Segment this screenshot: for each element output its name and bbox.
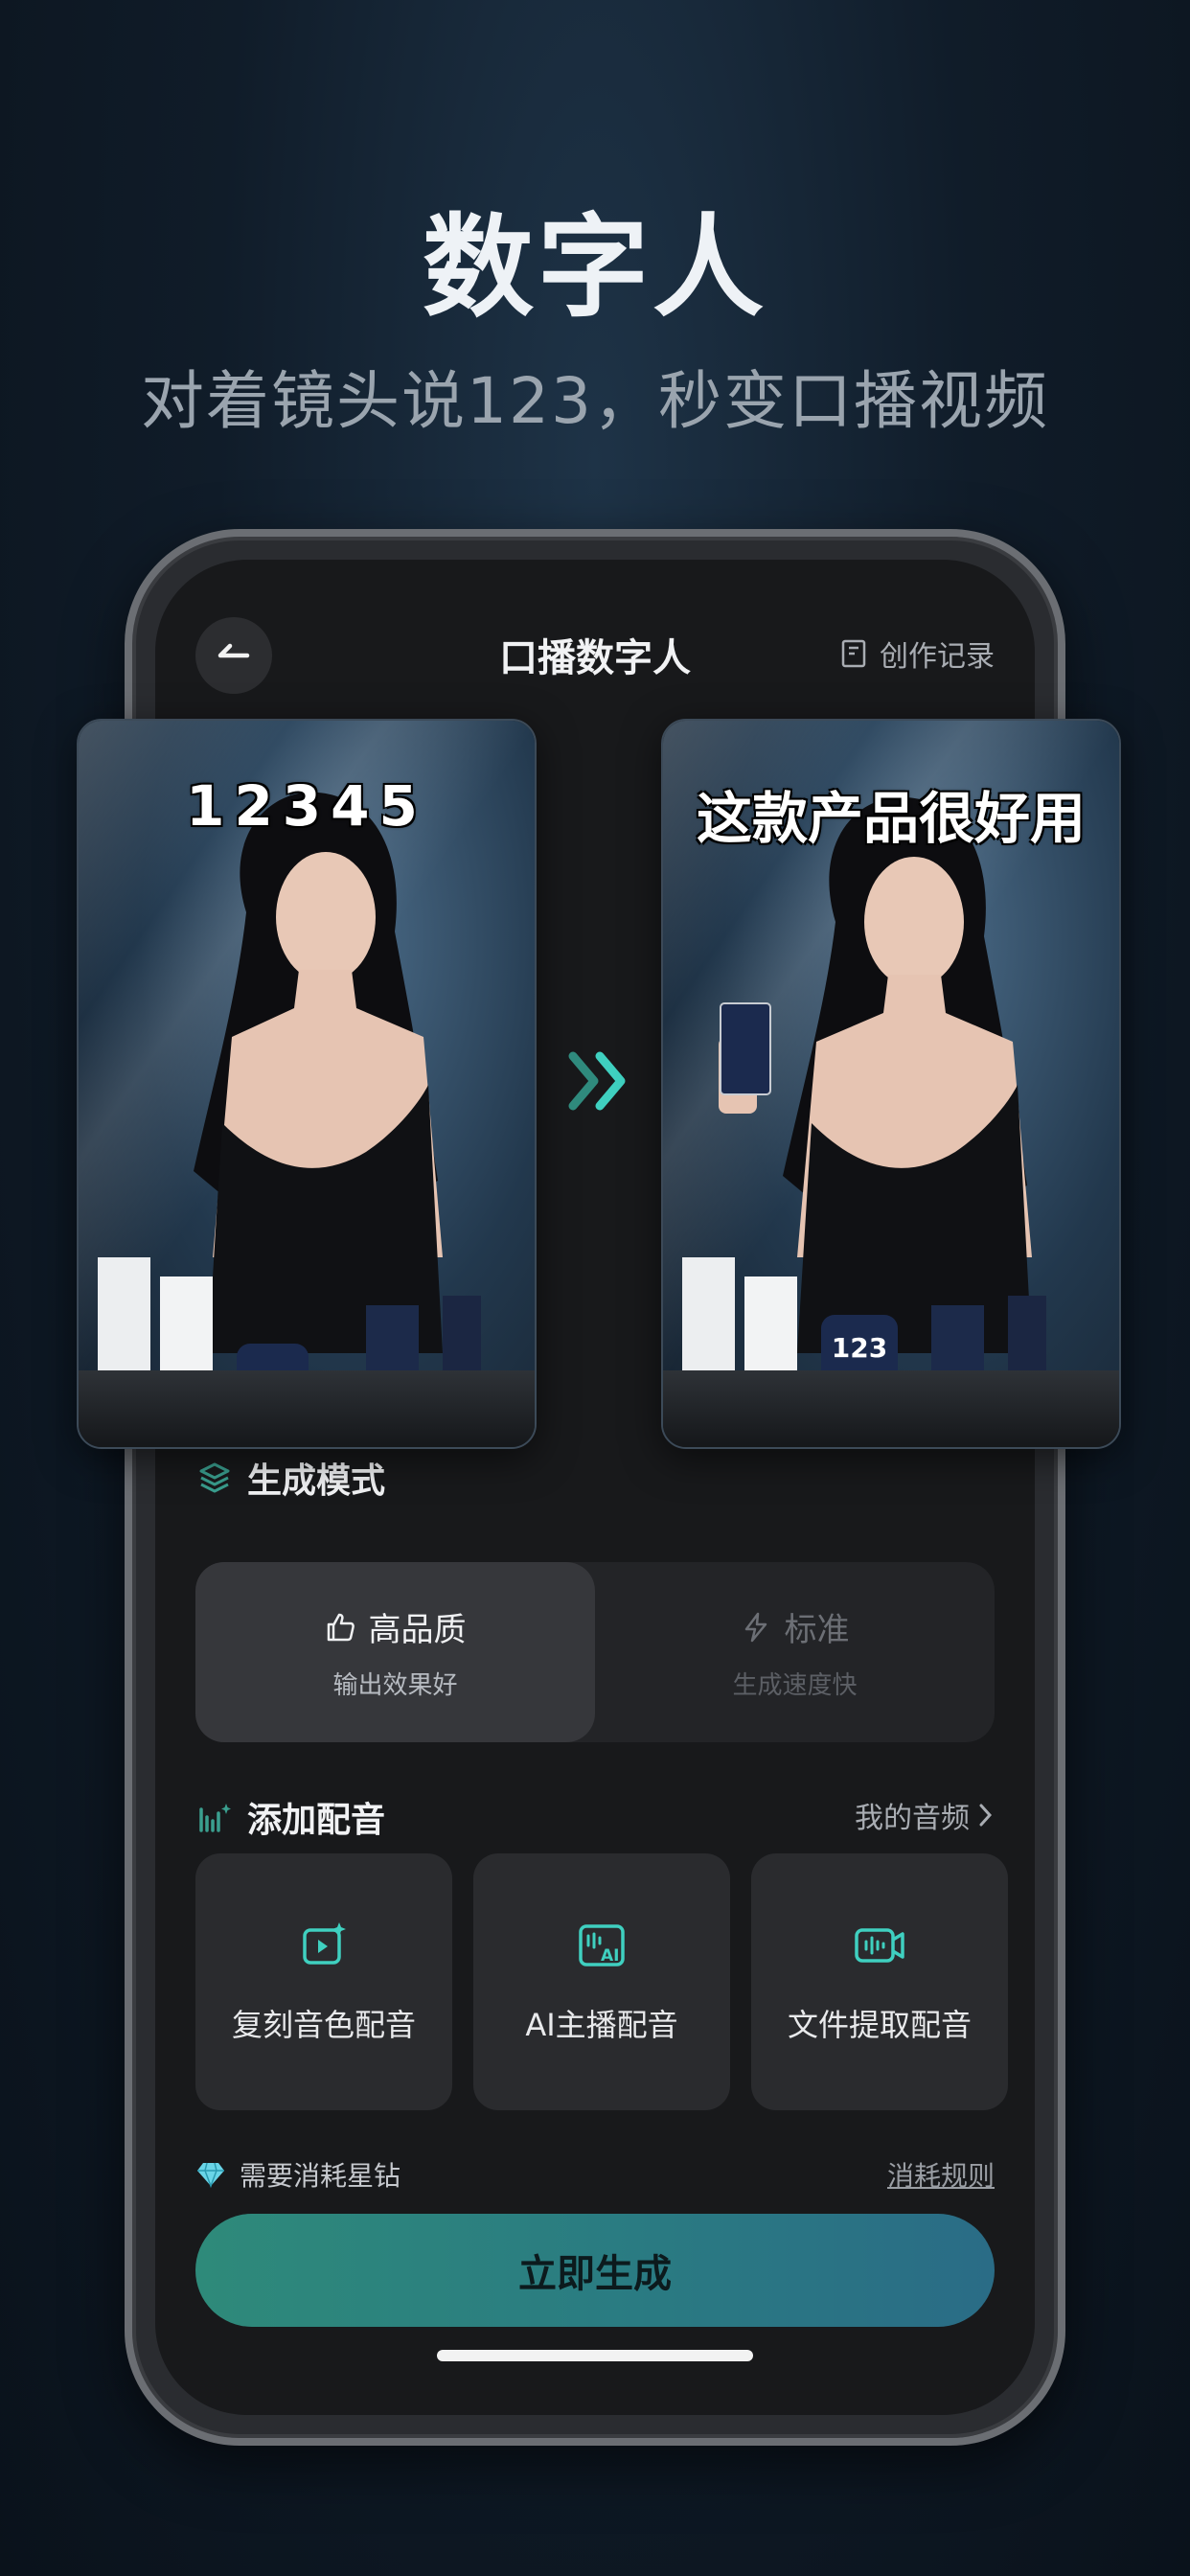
record-label: 创作记录 xyxy=(880,640,995,674)
dubbing-section-title: 添加配音 xyxy=(247,1801,386,1840)
my-audio-link[interactable]: 我的音频 xyxy=(855,1794,995,1836)
diamond-icon xyxy=(197,2162,224,2188)
after-caption: 这款产品很好用 xyxy=(696,786,1086,851)
layers-icon xyxy=(199,1462,230,1493)
dub-option-clone-voice[interactable]: 复刻音色配音 xyxy=(195,1853,452,2110)
double-chevron-icon xyxy=(568,1051,626,1111)
hero-subtitle: 对着镜头说123，秒变口播视频 xyxy=(141,364,1049,438)
record-doc-icon xyxy=(841,639,866,668)
mode-option-label-row: 高品质 xyxy=(325,1603,467,1650)
clone-voice-icon xyxy=(303,1922,346,1965)
mode-option-label-row: 标准 xyxy=(741,1603,850,1650)
dub-label-file-extract: 文件提取配音 xyxy=(787,2007,972,2043)
cost-note: 需要消耗星钻 xyxy=(195,2155,400,2194)
svg-text:AI: AI xyxy=(601,1946,619,1966)
mode-desc-standard: 生成速度快 xyxy=(732,1671,858,1700)
dubbing-section-header: 添加配音 xyxy=(195,1792,385,1842)
mode-option-standard[interactable]: 标准 生成速度快 xyxy=(595,1562,995,1742)
mode-desc-high-quality: 输出效果好 xyxy=(332,1671,458,1700)
home-indicator xyxy=(437,2350,753,2361)
cost-row: 需要消耗星钻 消耗规则 xyxy=(195,2155,995,2194)
before-preview-card: 12345 xyxy=(77,719,537,1449)
hero-title: 数字人 xyxy=(423,203,767,333)
file-extract-icon xyxy=(855,1928,904,1963)
my-audio-label: 我的音频 xyxy=(855,1802,970,1835)
mode-section-header: 生成模式 xyxy=(195,1453,385,1503)
dub-option-ai-anchor[interactable]: AI AI主播配音 xyxy=(473,1853,730,2110)
dub-option-file-extract[interactable]: 文件提取配音 xyxy=(751,1853,1008,2110)
mode-label-high-quality: 高品质 xyxy=(368,1611,467,1649)
table-surface xyxy=(663,1370,1119,1447)
chevron-right-icon xyxy=(979,1804,993,1827)
cost-note-text: 需要消耗星钻 xyxy=(240,2160,401,2192)
lightning-icon xyxy=(744,1612,767,1642)
mode-selector: 高品质 输出效果好 标准 生成速度快 xyxy=(195,1562,995,1742)
table-surface xyxy=(79,1370,535,1447)
navbar: 口播数字人 创作记录 xyxy=(155,617,1035,723)
dub-label-ai-anchor: AI主播配音 xyxy=(525,2007,678,2043)
mode-section-title: 生成模式 xyxy=(247,1461,386,1501)
device-text: 123 xyxy=(831,1332,888,1364)
mode-option-high-quality[interactable]: 高品质 输出效果好 xyxy=(195,1562,595,1742)
generate-button[interactable]: 立即生成 xyxy=(195,2214,995,2327)
thumbs-up-icon xyxy=(327,1613,355,1641)
before-caption: 12345 xyxy=(186,773,427,839)
cost-rule-link[interactable]: 消耗规则 xyxy=(887,2155,995,2194)
dub-label-clone-voice: 复刻音色配音 xyxy=(231,2007,416,2043)
after-preview-card: 123 这款产品很好用 xyxy=(661,719,1121,1449)
mode-label-standard: 标准 xyxy=(784,1611,850,1649)
ai-anchor-icon: AI xyxy=(579,1924,625,1966)
audio-sparkle-icon xyxy=(199,1804,231,1832)
creation-record-link[interactable]: 创作记录 xyxy=(839,632,995,675)
